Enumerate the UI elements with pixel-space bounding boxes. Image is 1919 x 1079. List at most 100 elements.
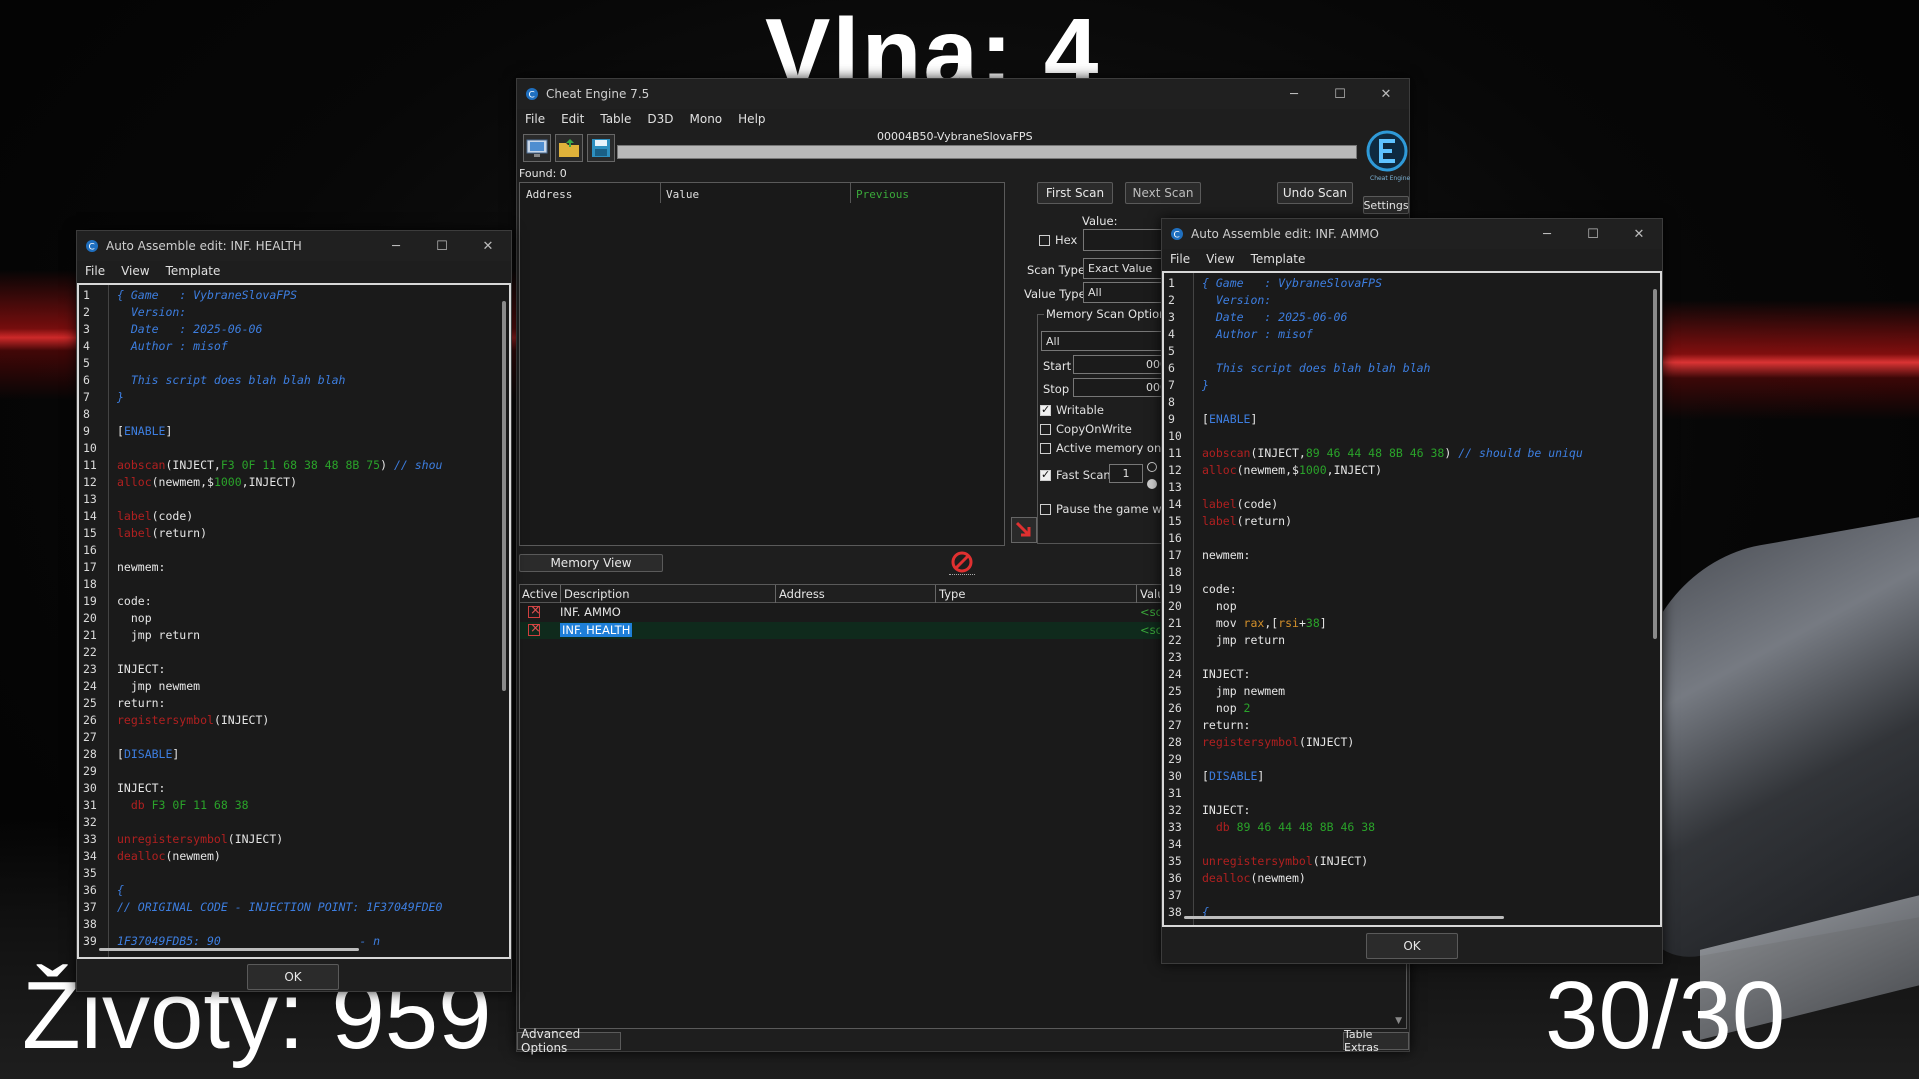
code-text[interactable] — [109, 542, 117, 559]
code-text[interactable]: { Game : VybraneSlovaFPS — [1194, 275, 1382, 292]
code-line[interactable]: 16 — [1164, 530, 1660, 547]
code-line[interactable]: 22 — [79, 644, 509, 661]
code-line[interactable]: 22 jmp return — [1164, 632, 1660, 649]
code-line[interactable]: 13 — [79, 491, 509, 508]
code-line[interactable]: 4 Author : misof — [1164, 326, 1660, 343]
menu-file[interactable]: File — [1162, 252, 1198, 266]
code-text[interactable] — [109, 916, 117, 933]
column-address[interactable]: Address — [526, 188, 572, 201]
code-line[interactable]: 18 — [79, 576, 509, 593]
code-text[interactable]: registersymbol(INJECT) — [109, 712, 269, 729]
active-memory-check[interactable] — [1040, 442, 1051, 454]
code-text[interactable]: nop — [1194, 598, 1237, 615]
code-text[interactable]: db 89 46 44 48 8B 46 38 — [1194, 819, 1375, 836]
code-text[interactable]: unregistersymbol(INJECT) — [109, 831, 283, 848]
code-line[interactable]: 19 code: — [79, 593, 509, 610]
code-line[interactable]: 6 This script does blah blah blah — [79, 372, 509, 389]
code-line[interactable]: 30 INJECT: — [79, 780, 509, 797]
col-active[interactable]: Active — [522, 587, 558, 601]
open-process-button[interactable] — [523, 134, 551, 162]
code-text[interactable] — [109, 355, 117, 372]
row-value[interactable]: <scri — [1140, 623, 1160, 637]
code-text[interactable]: aobscan(INJECT,89 46 44 48 8B 46 38) // … — [1194, 445, 1583, 462]
code-text[interactable]: jmp return — [1194, 632, 1285, 649]
code-line[interactable]: 17 newmem: — [79, 559, 509, 576]
row-value[interactable]: <scri — [1140, 605, 1160, 619]
col-description[interactable]: Description — [564, 587, 630, 601]
code-text[interactable] — [1194, 479, 1202, 496]
code-line[interactable]: 13 — [1164, 479, 1660, 496]
col-address[interactable]: Address — [779, 587, 825, 601]
menu-view[interactable]: View — [1198, 252, 1242, 266]
alignment-radio[interactable] — [1147, 462, 1157, 472]
code-text[interactable] — [109, 729, 117, 746]
ammo-code-editor[interactable]: 1{ Game : VybraneSlovaFPS 2 Version: 3 Dat… — [1162, 271, 1662, 927]
code-text[interactable]: INJECT: — [1194, 802, 1250, 819]
code-text[interactable]: nop — [109, 610, 152, 627]
code-line[interactable]: 29 — [79, 763, 509, 780]
code-text[interactable]: aobscan(INJECT,F3 0F 11 68 38 48 8B 75) … — [109, 457, 442, 474]
menu-help[interactable]: Help — [730, 112, 773, 126]
code-line[interactable]: 37 // ORIGINAL CODE - INJECTION POINT: 1F… — [79, 899, 509, 916]
code-text[interactable]: Date : 2025-06-06 — [109, 321, 263, 338]
code-line[interactable]: 34 — [1164, 836, 1660, 853]
code-line[interactable]: 15 label(return) — [79, 525, 509, 542]
code-text[interactable]: } — [1194, 377, 1209, 394]
code-line[interactable]: 8 — [1164, 394, 1660, 411]
code-text[interactable]: jmp newmem — [109, 678, 200, 695]
row-active-checkbox[interactable] — [528, 621, 541, 636]
code-text[interactable]: unregistersymbol(INJECT) — [1194, 853, 1368, 870]
scan-value-input[interactable] — [1083, 229, 1173, 251]
code-text[interactable]: label(code) — [1194, 496, 1278, 513]
code-line[interactable]: 18 — [1164, 564, 1660, 581]
menu-mono[interactable]: Mono — [682, 112, 731, 126]
code-text[interactable]: code: — [109, 593, 152, 610]
code-text[interactable]: jmp return — [109, 627, 200, 644]
close-icon[interactable]: ✕ — [1363, 79, 1409, 109]
code-text[interactable] — [1194, 836, 1202, 853]
code-line[interactable]: 25 return: — [79, 695, 509, 712]
code-text[interactable] — [109, 814, 117, 831]
column-previous[interactable]: Previous — [856, 188, 909, 201]
code-text[interactable]: Version: — [1194, 292, 1271, 309]
scan-type-select[interactable]: Exact Value — [1083, 258, 1173, 279]
code-text[interactable] — [1194, 428, 1202, 445]
code-line[interactable]: 11 aobscan(INJECT,F3 0F 11 68 38 48 8B 75… — [79, 457, 509, 474]
code-line[interactable]: 21 jmp return — [79, 627, 509, 644]
scroll-down-icon[interactable]: ▼ — [1395, 1016, 1402, 1026]
code-line[interactable]: 36 dealloc(newmem) — [1164, 870, 1660, 887]
memory-view-button[interactable]: Memory View — [519, 554, 663, 572]
health-code-editor[interactable]: 1{ Game : VybraneSlovaFPS 2 Version: 3 Dat… — [77, 283, 511, 959]
code-text[interactable] — [1194, 785, 1202, 802]
code-line[interactable]: 32 INJECT: — [1164, 802, 1660, 819]
writable-check[interactable] — [1040, 403, 1051, 416]
stop-address-input[interactable]: 000 — [1073, 378, 1171, 397]
code-text[interactable] — [109, 865, 117, 882]
code-line[interactable]: 10 — [79, 440, 509, 457]
code-line[interactable]: 31 — [1164, 785, 1660, 802]
code-text[interactable]: [ENABLE] — [1194, 411, 1257, 428]
code-text[interactable]: label(return) — [1194, 513, 1292, 530]
code-line[interactable]: 1 { Game : VybraneSlovaFPS — [79, 287, 509, 304]
minimize-icon[interactable]: ─ — [373, 231, 419, 261]
code-text[interactable]: label(return) — [109, 525, 207, 542]
code-text[interactable]: INJECT: — [1194, 666, 1250, 683]
code-line[interactable]: 7} — [1164, 377, 1660, 394]
code-text[interactable]: [ENABLE] — [109, 423, 172, 440]
code-text[interactable] — [1194, 564, 1202, 581]
code-text[interactable] — [109, 440, 117, 457]
code-line[interactable]: 19 code: — [1164, 581, 1660, 598]
maximize-icon[interactable]: ☐ — [1317, 79, 1363, 109]
settings-button[interactable]: Settings — [1363, 196, 1409, 214]
column-value[interactable]: Value — [666, 188, 699, 201]
code-text[interactable] — [1194, 751, 1202, 768]
code-text[interactable] — [1194, 887, 1202, 904]
code-text[interactable]: [DISABLE] — [1194, 768, 1264, 785]
code-text[interactable]: jmp newmem — [1194, 683, 1285, 700]
code-line[interactable]: 5 — [79, 355, 509, 372]
code-line[interactable]: 15 label(return) — [1164, 513, 1660, 530]
code-line[interactable]: 33 db 89 46 44 48 8B 46 38 — [1164, 819, 1660, 836]
code-line[interactable]: 26 registersymbol(INJECT) — [79, 712, 509, 729]
code-text[interactable]: nop 2 — [1194, 700, 1251, 717]
open-file-button[interactable] — [555, 134, 583, 162]
